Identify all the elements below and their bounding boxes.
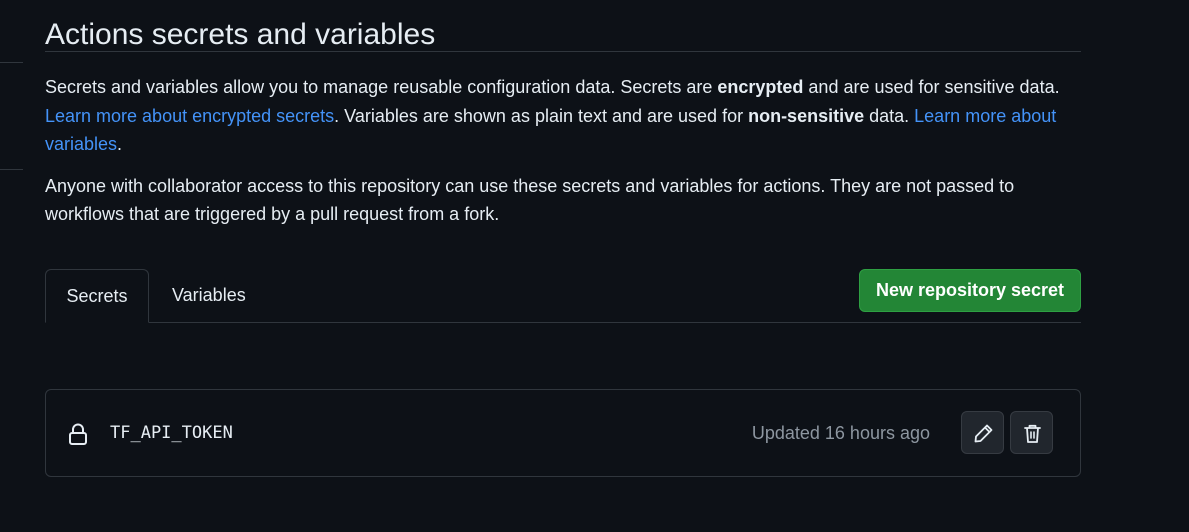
intro-text: Secrets and variables allow you to manag… <box>45 77 718 97</box>
edit-secret-button[interactable] <box>961 411 1004 454</box>
intro-text: and are used for sensitive data. <box>803 77 1060 97</box>
page-title: Actions secrets and variables <box>45 0 1081 52</box>
main-content: Actions secrets and variables Secrets an… <box>45 0 1081 323</box>
intro-text: . <box>117 134 123 154</box>
intro-text: . Variables are shown as plain text and … <box>334 105 749 126</box>
tab-bar: Secrets Variables New repository secret <box>45 268 1081 323</box>
secret-list-item: TF_API_TOKEN Updated 16 hours ago <box>45 389 1081 477</box>
pencil-icon <box>974 424 993 443</box>
secret-name: TF_API_TOKEN <box>110 423 233 443</box>
tab-secrets[interactable]: Secrets <box>45 268 149 323</box>
access-note-paragraph: Anyone with collaborator access to this … <box>45 175 1015 225</box>
tab-variables[interactable]: Variables <box>150 269 268 322</box>
intro-paragraph: Secrets and variables allow you to manag… <box>45 73 1081 159</box>
delete-secret-button[interactable] <box>1010 411 1053 454</box>
new-repository-secret-button[interactable]: New repository secret <box>859 268 1081 312</box>
trash-icon <box>1024 424 1041 443</box>
secret-updated-time: Updated 16 hours ago <box>751 423 930 443</box>
learn-more-secrets-link[interactable]: Learn more about encrypted secrets <box>45 106 334 126</box>
intro-emphasis-encrypted: encrypted <box>717 77 804 97</box>
secrets-settings-page: Actions secrets and variables Secrets an… <box>0 0 1189 532</box>
lock-icon <box>68 423 88 445</box>
sidebar-divider <box>0 62 23 63</box>
intro-emphasis-non-sensitive: non-sensitive <box>748 105 865 126</box>
sidebar-divider <box>0 169 23 170</box>
intro-text: data. <box>864 105 915 126</box>
